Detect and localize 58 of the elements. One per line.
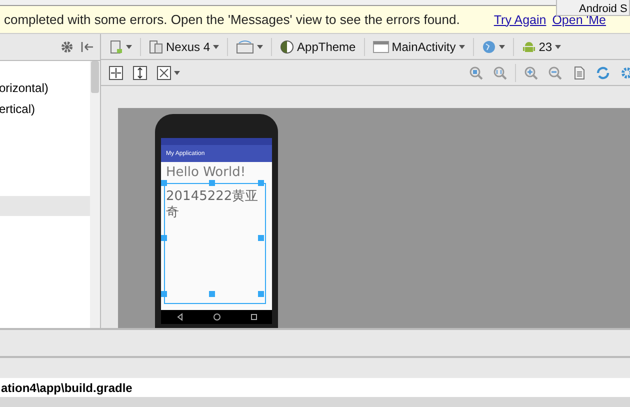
refresh-button[interactable]: [594, 66, 612, 80]
selection-box[interactable]: [164, 183, 266, 304]
recents-icon: [250, 313, 258, 321]
back-icon: [176, 313, 184, 321]
device-dropdown[interactable]: Nexus 4: [147, 40, 222, 54]
zoom-fit-button[interactable]: [467, 66, 485, 80]
theme-button[interactable]: AppTheme: [278, 40, 358, 54]
caret-icon: [257, 44, 264, 48]
caret-icon: [555, 44, 562, 48]
resize-handle[interactable]: [258, 235, 264, 241]
zoom-fit-icon: [469, 66, 483, 80]
expand-icon: [157, 66, 171, 80]
file-path: ation4\app\build.gradle: [1, 380, 132, 394]
api-level-dropdown[interactable]: 23: [520, 40, 564, 54]
shrink-icon: [109, 66, 123, 80]
resize-handle[interactable]: [209, 180, 215, 186]
devices-icon: [149, 40, 163, 54]
caret-icon: [126, 44, 132, 48]
zoom-out-button[interactable]: [546, 66, 564, 80]
home-icon: [212, 313, 220, 321]
popup-title: Android S: [579, 3, 628, 15]
zoom-actual-icon: [493, 66, 507, 80]
pin-icon: [80, 40, 94, 54]
window-icon: [372, 40, 389, 54]
caret-icon: [458, 44, 465, 48]
resize-handle[interactable]: [209, 291, 215, 297]
zoom-in-icon: [524, 66, 538, 80]
scrollbar-thumb[interactable]: [91, 61, 99, 93]
resize-handle[interactable]: [258, 180, 264, 186]
name-text[interactable]: 20145222黄亚奇: [166, 189, 261, 221]
theme-icon: [280, 40, 294, 54]
resize-handle[interactable]: [161, 180, 167, 186]
zoom-in-button[interactable]: [522, 66, 540, 80]
orientation-button[interactable]: [234, 40, 266, 54]
android-icon: [522, 40, 536, 54]
caret-icon: [213, 44, 220, 48]
actual-size-button[interactable]: [491, 66, 509, 80]
refresh-icon: [596, 66, 610, 80]
zoom-out-icon: [548, 66, 562, 80]
caret-icon: [174, 70, 180, 74]
notification-link[interactable]: Open 'Me: [552, 12, 606, 26]
resize-handle[interactable]: [258, 291, 264, 297]
resize-handle[interactable]: [161, 291, 167, 297]
fit-height-button[interactable]: [131, 66, 149, 80]
rotate-icon: [236, 40, 254, 54]
resize-handle[interactable]: [161, 235, 167, 241]
settings-icon: [620, 66, 630, 80]
document-icon: [572, 66, 586, 80]
hello-text[interactable]: Hello World!: [166, 166, 267, 180]
settings-icon: [60, 40, 74, 54]
notification-link[interactable]: Try Again: [494, 12, 546, 26]
vertical-arrows-icon: [133, 66, 147, 80]
fit-width-button[interactable]: [107, 66, 125, 80]
activity-dropdown[interactable]: MainActivity: [370, 40, 467, 54]
resize-button[interactable]: [155, 66, 182, 80]
caret-icon: [498, 44, 505, 48]
phone-screen-icon: [109, 40, 123, 54]
notification-message: completed with some errors. Open the 'Messages' view to see the errors found.: [4, 12, 460, 27]
